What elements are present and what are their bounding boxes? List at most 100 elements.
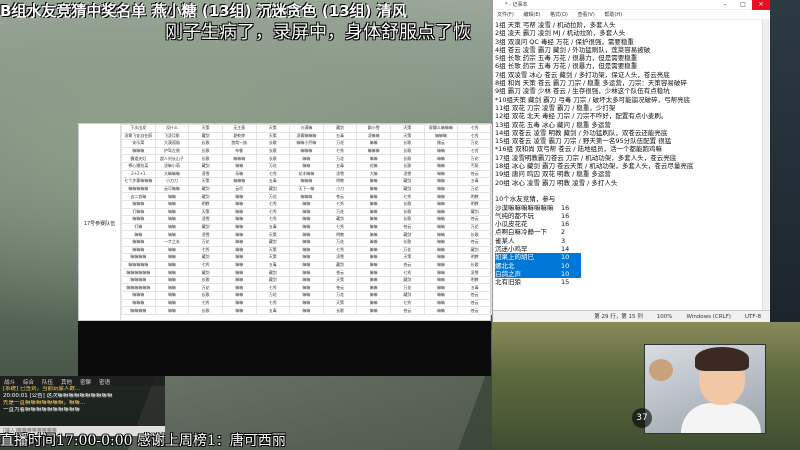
table-cell[interactable]: 七秀	[322, 146, 358, 156]
table-cell[interactable]: 嘛嘛	[289, 253, 324, 262]
table-cell[interactable]: 七秀	[255, 215, 291, 224]
table-cell[interactable]: 长歌	[390, 199, 425, 209]
table-cell[interactable]: 苍云	[457, 169, 492, 179]
table-cell[interactable]: 长歌	[322, 306, 358, 315]
table-cell[interactable]: 嘛嘛	[423, 275, 459, 285]
table-cell[interactable]: 嘛嘛嘛	[121, 199, 156, 209]
table-cell[interactable]: 嘛嘛	[289, 161, 324, 171]
table-cell[interactable]: 飞凌月影	[154, 131, 190, 141]
table-cell[interactable]: 嘛嘛	[356, 207, 391, 217]
table-cell[interactable]: 嘛嘛	[356, 222, 391, 232]
table-cell[interactable]: 嘛嘛	[356, 283, 391, 293]
table-cell[interactable]: 七秀	[255, 283, 291, 293]
table-cell[interactable]: 嘛嘛嘛嘛	[121, 306, 156, 315]
table-cell[interactable]: 嘛嘛	[423, 306, 459, 315]
table-cell[interactable]: 凌霄飞花自在醉	[121, 131, 156, 141]
menu-format[interactable]: 格式(O)	[550, 12, 568, 18]
table-cell[interactable]: 天策	[188, 207, 223, 217]
table-cell[interactable]: 万花	[255, 161, 291, 171]
chat-tab[interactable]: 密聊	[76, 376, 95, 386]
table-cell[interactable]: 大嘛嘛嘛	[154, 169, 190, 179]
table-cell[interactable]: 长歌	[390, 237, 425, 247]
table-cell[interactable]: 天策	[255, 245, 291, 255]
table-cell[interactable]: 藏剑	[188, 131, 223, 141]
table-cell[interactable]: 嘛嘛	[289, 237, 324, 247]
table-cell[interactable]: 打嘛	[121, 222, 156, 232]
table-cell[interactable]: 嘛嘛嘛嘛嘛嘛	[121, 268, 156, 277]
table-cell[interactable]: 长歌	[390, 139, 425, 148]
table-cell[interactable]: 七秀	[390, 298, 425, 308]
table-cell[interactable]: 嘛嘛	[154, 268, 190, 277]
menu-help[interactable]: 帮助(H)	[604, 12, 622, 18]
table-cell[interactable]: 天策	[390, 253, 425, 262]
notepad-window[interactable]: * - 记事本 – □ ✕ 文件(F) 编辑(E) 格式(O) 查看(V) 帮助…	[492, 0, 771, 322]
table-cell[interactable]: 七秀	[188, 245, 223, 255]
table-cell[interactable]: 七秀	[255, 207, 291, 217]
table-cell[interactable]: 大嘛	[356, 169, 391, 179]
table-cell[interactable]: 明教	[457, 192, 492, 201]
table-cell[interactable]: 七秀	[457, 146, 492, 156]
table-cell[interactable]: 嘛嘛	[356, 268, 391, 277]
table-cell[interactable]: 打嘛嘛	[121, 207, 156, 217]
table-cell[interactable]: 花木嘛嘛	[289, 169, 324, 179]
table-cell[interactable]: 嘛嘛	[289, 154, 324, 163]
table-cell[interactable]: 嘛嘛嘛	[121, 245, 156, 255]
notepad-scrollbar[interactable]	[762, 20, 770, 310]
table-cell[interactable]: 嘛嘛嘛	[289, 146, 324, 156]
table-cell[interactable]: 七秀	[322, 222, 358, 232]
table-cell[interactable]: 嘛嘛	[154, 283, 190, 293]
table-cell[interactable]: 嘛嘛	[154, 199, 190, 209]
table-cell[interactable]: 长歌	[188, 139, 223, 148]
table-cell[interactable]: 嘛嘛	[356, 177, 391, 186]
table-cell[interactable]: 嘛嘛嘛	[221, 154, 257, 163]
table-cell[interactable]: 苍云	[457, 291, 492, 300]
table-cell[interactable]: 藏剑	[188, 184, 223, 194]
table-cell[interactable]: 长歌	[390, 146, 425, 156]
table-cell[interactable]: 嘛嘛	[289, 260, 324, 270]
table-cell[interactable]: 万花	[322, 154, 358, 163]
table-cell[interactable]: 万花	[188, 283, 223, 293]
table-cell[interactable]: 护驾左侧	[154, 146, 190, 156]
table-cell[interactable]: 长歌	[390, 161, 425, 171]
table-cell[interactable]: 藏剑	[255, 268, 291, 277]
table-cell[interactable]: 凌雪	[188, 169, 223, 179]
table-cell[interactable]: 藏剑	[255, 237, 291, 247]
table-cell[interactable]: 长歌	[457, 230, 492, 239]
table-cell[interactable]: 万花	[322, 237, 358, 247]
table-cell[interactable]: 万花	[457, 154, 492, 163]
chat-tab[interactable]: 综合	[19, 376, 38, 386]
table-cell[interactable]: 嘛嘛	[221, 275, 257, 285]
table-cell[interactable]: 长歌	[188, 146, 223, 156]
table-cell[interactable]: 嘛嘛	[221, 268, 257, 277]
table-cell[interactable]: 长歌	[457, 260, 492, 270]
table-cell[interactable]: 嘛嘛嘛	[121, 215, 156, 224]
table-cell[interactable]: 寒心赠别某	[121, 161, 156, 171]
chat-tab[interactable]: 其他	[57, 376, 76, 386]
table-cell[interactable]: 嘛嘛	[289, 291, 324, 300]
table-cell[interactable]: 凌霄嘛嘛嘛	[289, 131, 324, 141]
table-cell[interactable]: 嘛嘛	[356, 192, 391, 201]
table-cell[interactable]: 长歌	[255, 154, 291, 163]
menu-file[interactable]: 文件(F)	[497, 12, 514, 18]
table-cell[interactable]: 大漠孤烟	[154, 139, 190, 148]
table-cell[interactable]: 长歌	[255, 139, 291, 148]
table-cell[interactable]: 嘛嘛	[221, 298, 257, 308]
table-cell[interactable]: 嘛嘛	[423, 154, 459, 163]
table-cell[interactable]: 万花	[255, 192, 291, 201]
table-cell[interactable]: 嘛嘛	[154, 253, 190, 262]
table-cell[interactable]: 微云	[423, 139, 459, 148]
table-cell[interactable]: 超人刘长山子	[154, 154, 190, 163]
table-cell[interactable]: 嘛嘛	[289, 306, 324, 315]
table-cell[interactable]: 苍云	[457, 215, 492, 224]
table-cell[interactable]: 嘛嘛	[154, 207, 190, 217]
table-cell[interactable]: 嘛嘛	[289, 298, 324, 308]
table-cell[interactable]: 嘛嘛	[154, 275, 190, 285]
table-cell[interactable]: 万花	[322, 207, 358, 217]
table-cell[interactable]: 万花	[457, 222, 492, 232]
table-cell[interactable]: 嘛嘛	[423, 283, 459, 293]
close-icon[interactable]: ✕	[752, 0, 770, 10]
table-cell[interactable]: 嘛嘛	[289, 283, 324, 293]
table-cell[interactable]: 七秀	[255, 169, 291, 179]
table-cell[interactable]: 天策	[188, 124, 223, 133]
table-cell[interactable]: 嘛嘛	[221, 161, 257, 171]
